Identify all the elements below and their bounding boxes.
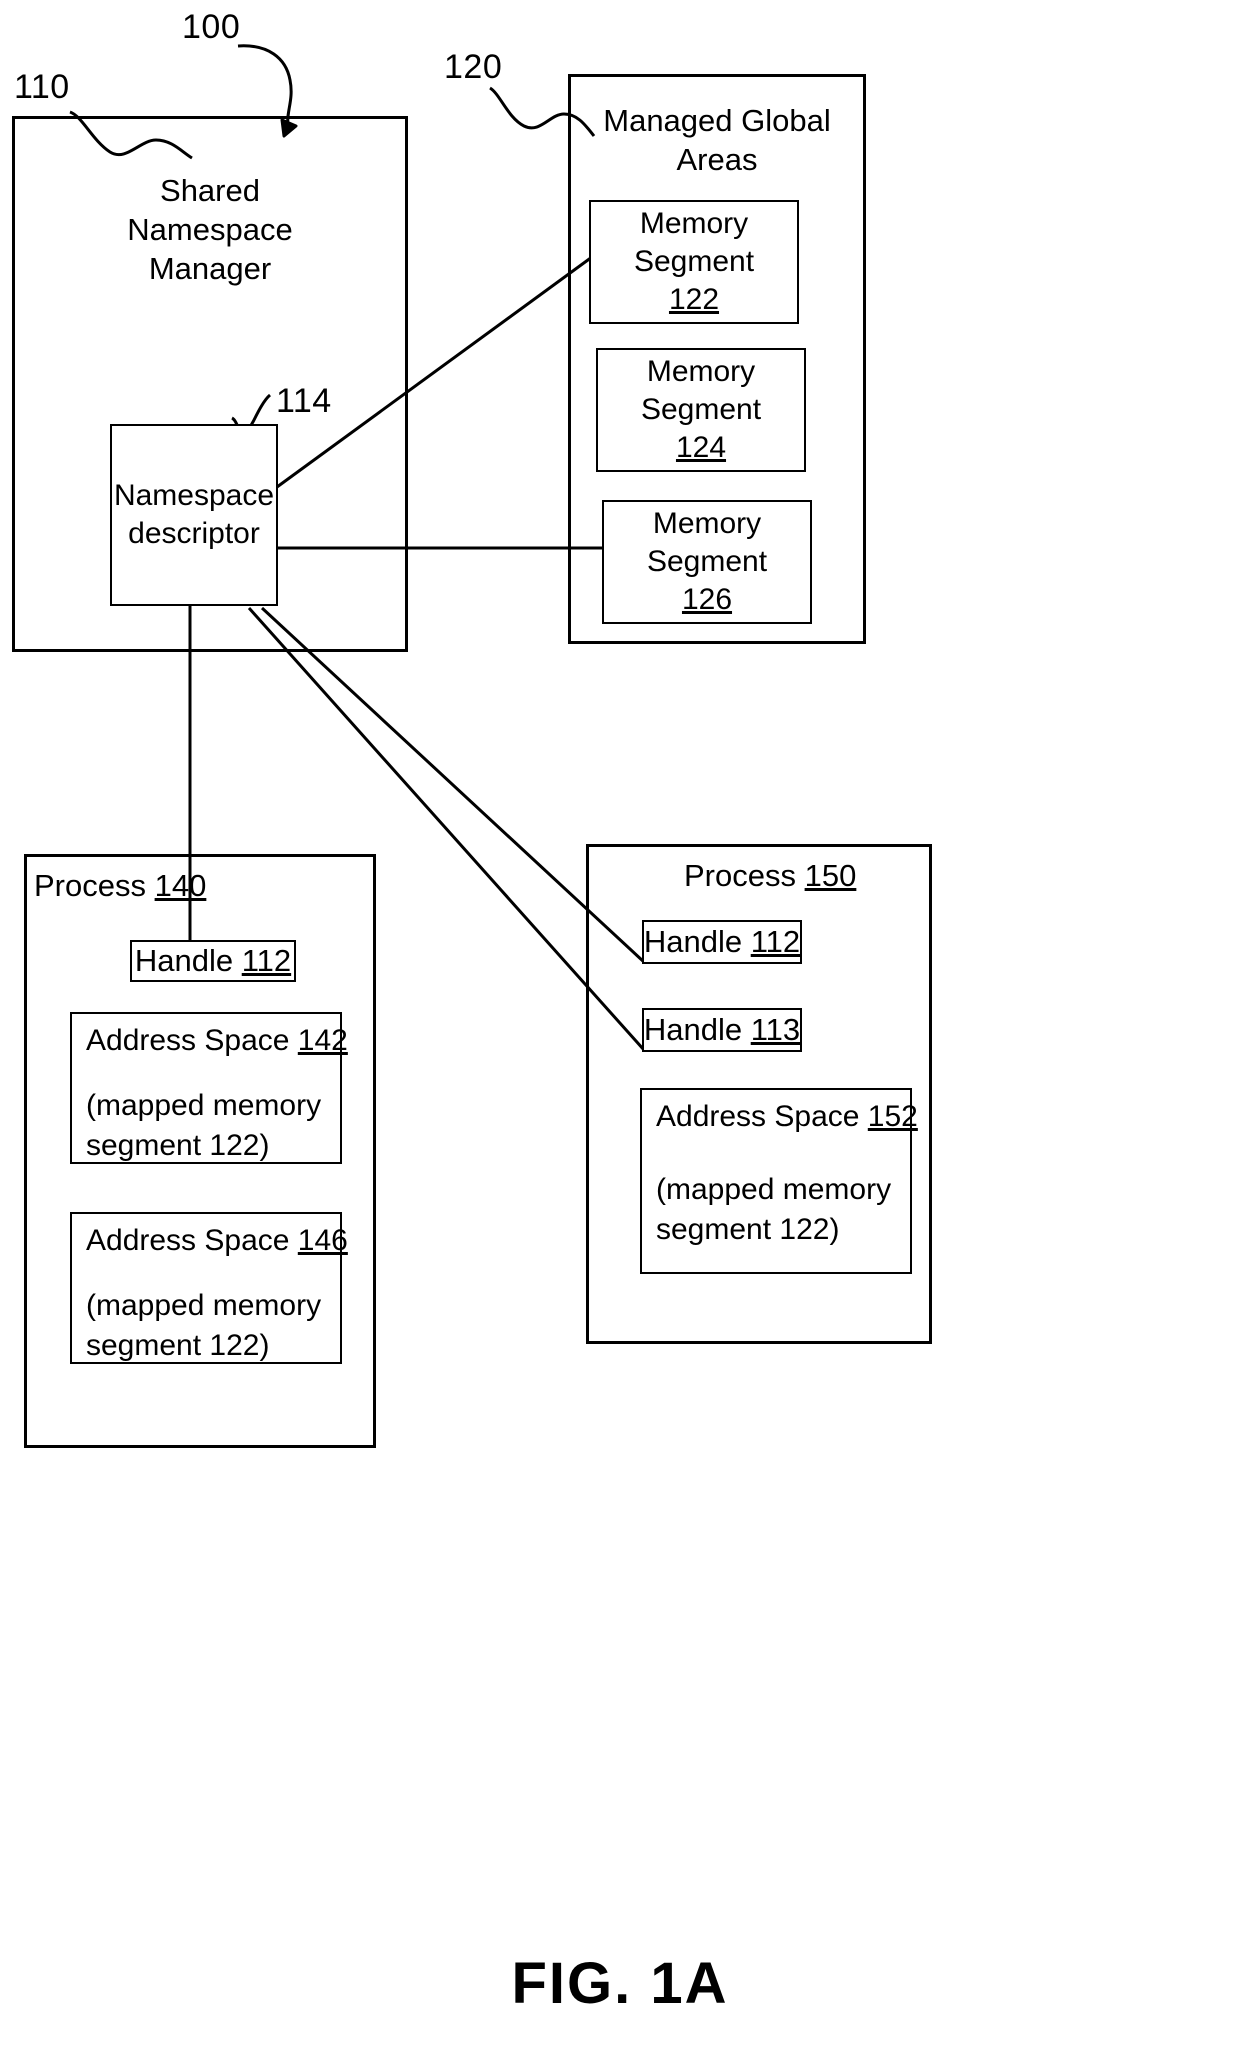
reference-numeral-100: 100 xyxy=(182,8,241,46)
mga-title: Managed Global Areas xyxy=(571,101,863,179)
memory-segment-122-line2: Segment xyxy=(633,245,755,278)
handle-112-process-140-text: Handle 112 xyxy=(135,943,291,979)
mga-title-line2: Areas xyxy=(676,142,758,177)
address-space-146-sub-line2: segment 122) xyxy=(86,1329,270,1362)
handle-112-process-150-ref: 112 xyxy=(750,924,801,959)
address-space-box-142: Address Space 142 (mapped memory segment… xyxy=(70,1012,348,1166)
memory-segment-box-122: Memory Segment 122 xyxy=(589,200,799,324)
handle-box-113-process-150: Handle 113 xyxy=(642,1008,802,1052)
address-space-142-ref: 142 xyxy=(297,1024,348,1057)
address-space-142-heading: Address Space 142 xyxy=(86,1024,348,1058)
figure-caption: FIG. 1A xyxy=(511,1951,729,2016)
namespace-descriptor-line2: descriptor xyxy=(128,517,260,550)
address-space-142-sub-line2: segment 122) xyxy=(86,1129,270,1162)
snm-title-line3: Manager xyxy=(148,251,272,286)
memory-segment-122-line1: Memory xyxy=(639,207,749,240)
namespace-descriptor-line1: Namespace xyxy=(113,479,275,512)
memory-segment-box-126: Memory Segment 126 xyxy=(602,500,812,624)
address-space-142-subtext: (mapped memory segment 122) xyxy=(86,1086,326,1166)
namespace-descriptor-box: Namespace descriptor xyxy=(110,424,278,606)
process-140-title-ref: 140 xyxy=(154,868,207,903)
address-space-152-sub-line2: segment 122) xyxy=(656,1213,840,1246)
memory-segment-124-line2: Segment xyxy=(640,393,762,426)
memory-segment-box-124: Memory Segment 124 xyxy=(596,348,806,472)
handle-112-process-140-label: Handle xyxy=(134,943,242,978)
handle-box-112-process-150: Handle 112 xyxy=(642,920,802,964)
handle-112-process-150-text: Handle 112 xyxy=(644,924,800,960)
process-150-title-label: Process xyxy=(684,858,805,893)
process-150-title-ref: 150 xyxy=(804,858,857,893)
handle-113-process-150-text: Handle 113 xyxy=(644,1012,800,1048)
memory-segment-126-ref: 126 xyxy=(681,583,733,616)
memory-segment-124-line1: Memory xyxy=(646,355,756,388)
memory-segment-126-line2: Segment xyxy=(646,545,768,578)
mga-title-line1: Managed Global xyxy=(603,103,831,138)
address-space-152-ref: 152 xyxy=(867,1100,918,1133)
process-150-title: Process 150 xyxy=(684,858,856,894)
patent-figure-1a: 100 110 120 114 Shared Namespace Manager… xyxy=(0,0,1240,2061)
process-140-title: Process 140 xyxy=(34,868,206,904)
address-space-152-subtext: (mapped memory segment 122) xyxy=(656,1170,896,1250)
address-space-152-heading: Address Space 152 xyxy=(656,1100,918,1134)
reference-numeral-110: 110 xyxy=(14,68,70,106)
handle-113-process-150-label: Handle xyxy=(643,1012,751,1047)
address-space-152-label: Address Space xyxy=(656,1100,868,1133)
snm-title-line2: Namespace xyxy=(127,212,293,247)
address-space-146-sub-line1: (mapped memory xyxy=(86,1289,322,1322)
address-space-142-sub-line1: (mapped memory xyxy=(86,1089,322,1122)
address-space-152-sub-line1: (mapped memory xyxy=(656,1173,892,1206)
reference-numeral-120: 120 xyxy=(444,48,503,86)
handle-112-process-150-label: Handle xyxy=(643,924,751,959)
address-space-146-label: Address Space xyxy=(86,1224,298,1257)
address-space-142-label: Address Space xyxy=(86,1024,298,1057)
address-space-box-146: Address Space 146 (mapped memory segment… xyxy=(70,1212,348,1366)
handle-112-process-140-ref: 112 xyxy=(241,943,292,978)
snm-title-line1: Shared xyxy=(160,173,260,208)
address-space-146-ref: 146 xyxy=(297,1224,348,1257)
handle-113-process-150-ref: 113 xyxy=(750,1012,801,1047)
address-space-146-heading: Address Space 146 xyxy=(86,1224,348,1258)
process-140-title-label: Process xyxy=(34,868,155,903)
memory-segment-126-line1: Memory xyxy=(652,507,762,540)
memory-segment-124-ref: 124 xyxy=(675,431,727,464)
address-space-box-152: Address Space 152 (mapped memory segment… xyxy=(640,1088,918,1274)
snm-title: Shared Namespace Manager xyxy=(15,171,405,288)
memory-segment-122-ref: 122 xyxy=(668,283,720,316)
address-space-146-subtext: (mapped memory segment 122) xyxy=(86,1286,326,1366)
handle-box-112-process-140: Handle 112 xyxy=(130,940,296,982)
